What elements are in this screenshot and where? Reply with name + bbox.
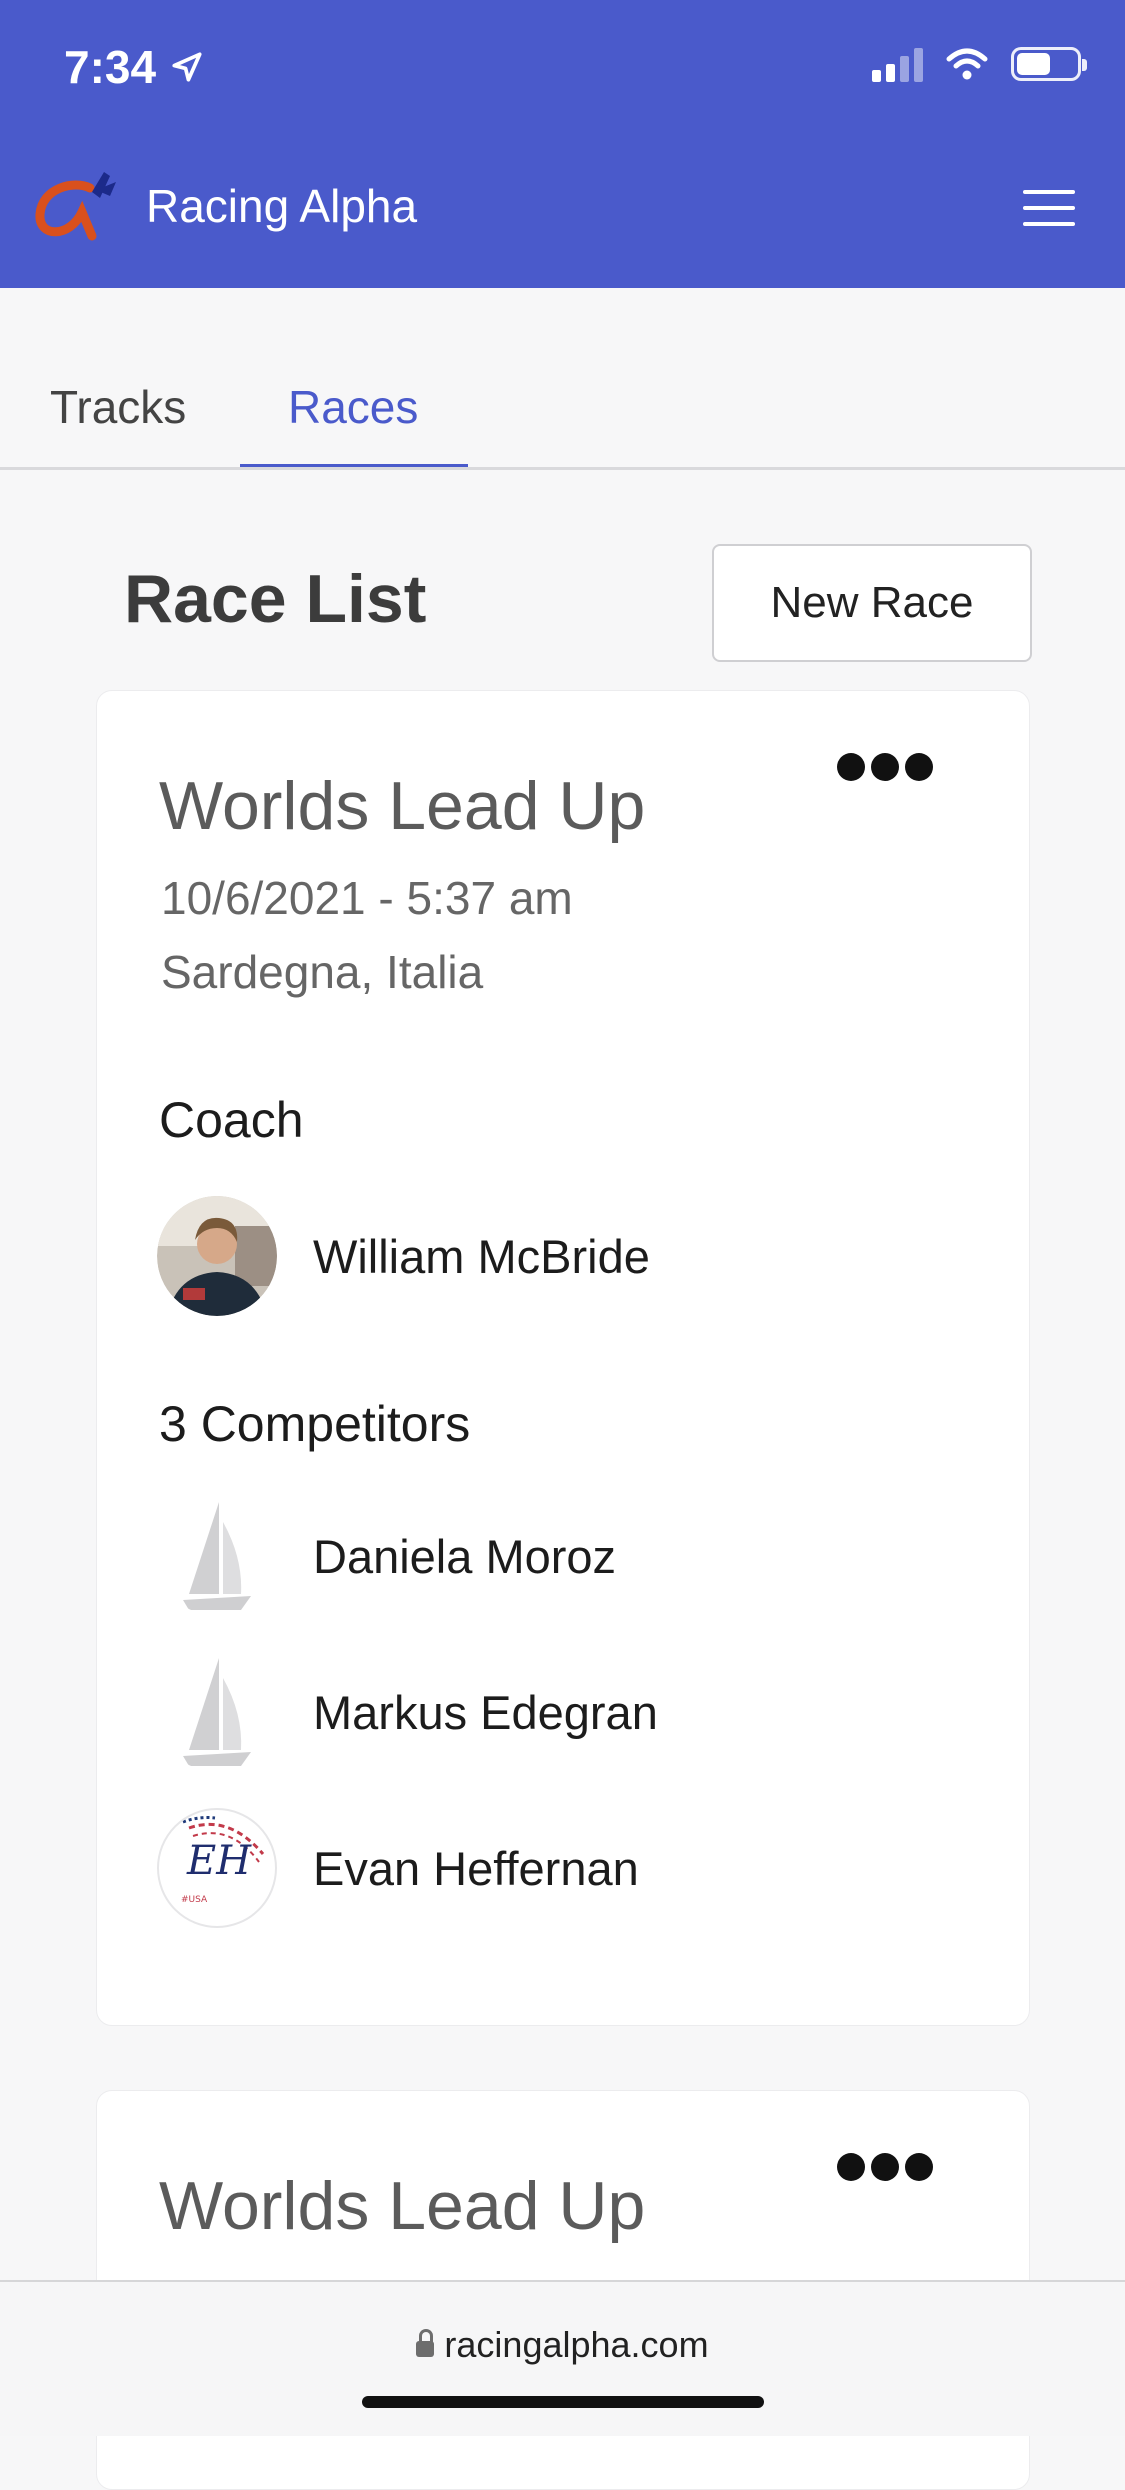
brand[interactable]: Racing Alpha: [34, 168, 417, 244]
new-race-button[interactable]: New Race: [712, 544, 1032, 662]
svg-text:#USA: #USA: [181, 1895, 208, 1905]
race-name: Worlds Lead Up: [159, 2168, 646, 2244]
url-text: racingalpha.com: [444, 2324, 709, 2365]
active-tab-indicator: [240, 464, 468, 467]
browser-bottom-bar: racingalpha.com: [0, 2280, 1125, 2436]
competitor-name: Evan Heffernan: [313, 1841, 639, 1895]
clock-text: 7:34: [64, 41, 157, 93]
competitor-item[interactable]: Daniela Moroz: [157, 1491, 957, 1621]
page-title: Race List: [124, 561, 427, 637]
hamburger-icon-line: [1023, 222, 1075, 226]
hamburger-icon-line: [1023, 206, 1075, 210]
lock-icon: [416, 2329, 435, 2357]
sailboat-icon: [157, 1496, 277, 1616]
competitor-name: Daniela Moroz: [313, 1529, 617, 1583]
app-title: Racing Alpha: [146, 180, 418, 232]
race-date: 10/6/2021 - 5:37 am: [161, 872, 573, 924]
competitor-item[interactable]: Markus Edegran: [157, 1647, 957, 1777]
tab-tracks[interactable]: Tracks: [50, 380, 186, 434]
sailboat-icon: [157, 1652, 277, 1772]
battery-icon: [1011, 47, 1087, 81]
menu-button[interactable]: [1023, 190, 1075, 226]
race-card[interactable]: Worlds Lead Up 10/6/2021 - 5:37 am Sarde…: [96, 690, 1030, 2026]
tab-races[interactable]: Races: [288, 380, 418, 434]
coach-photo: [157, 1196, 277, 1316]
home-indicator[interactable]: [362, 2396, 764, 2408]
tab-bar: Tracks Races: [0, 288, 1125, 470]
coach-item[interactable]: William McBride: [157, 1191, 957, 1321]
race-location: Sardegna, Italia: [161, 946, 484, 998]
avatar: [157, 1196, 277, 1316]
status-icons: [872, 46, 1087, 82]
coach-heading: Coach: [159, 1092, 304, 1148]
racing-alpha-logo-icon: [35, 172, 116, 241]
more-options-icon[interactable]: [837, 753, 933, 781]
competitor-name: Markus Edegran: [313, 1685, 658, 1739]
hamburger-icon-line: [1023, 190, 1075, 194]
app-header: 7:34 Racing Alpha: [0, 0, 1125, 288]
eh-logo-icon: EH #USA: [157, 1808, 277, 1928]
address-bar[interactable]: racingalpha.com: [0, 2324, 1125, 2366]
eh-logo-text: EH: [186, 1838, 252, 1884]
race-name: Worlds Lead Up: [159, 768, 646, 844]
location-arrow-icon: [172, 52, 202, 82]
coach-name: William McBride: [313, 1229, 650, 1283]
competitors-heading: 3 Competitors: [159, 1396, 471, 1452]
wifi-icon: [946, 48, 988, 80]
competitor-item[interactable]: EH #USA Evan Heffernan: [157, 1803, 957, 1933]
cellular-signal-icon: [872, 46, 923, 82]
more-options-icon[interactable]: [837, 2153, 933, 2181]
status-bar-time: 7:34: [64, 40, 204, 94]
